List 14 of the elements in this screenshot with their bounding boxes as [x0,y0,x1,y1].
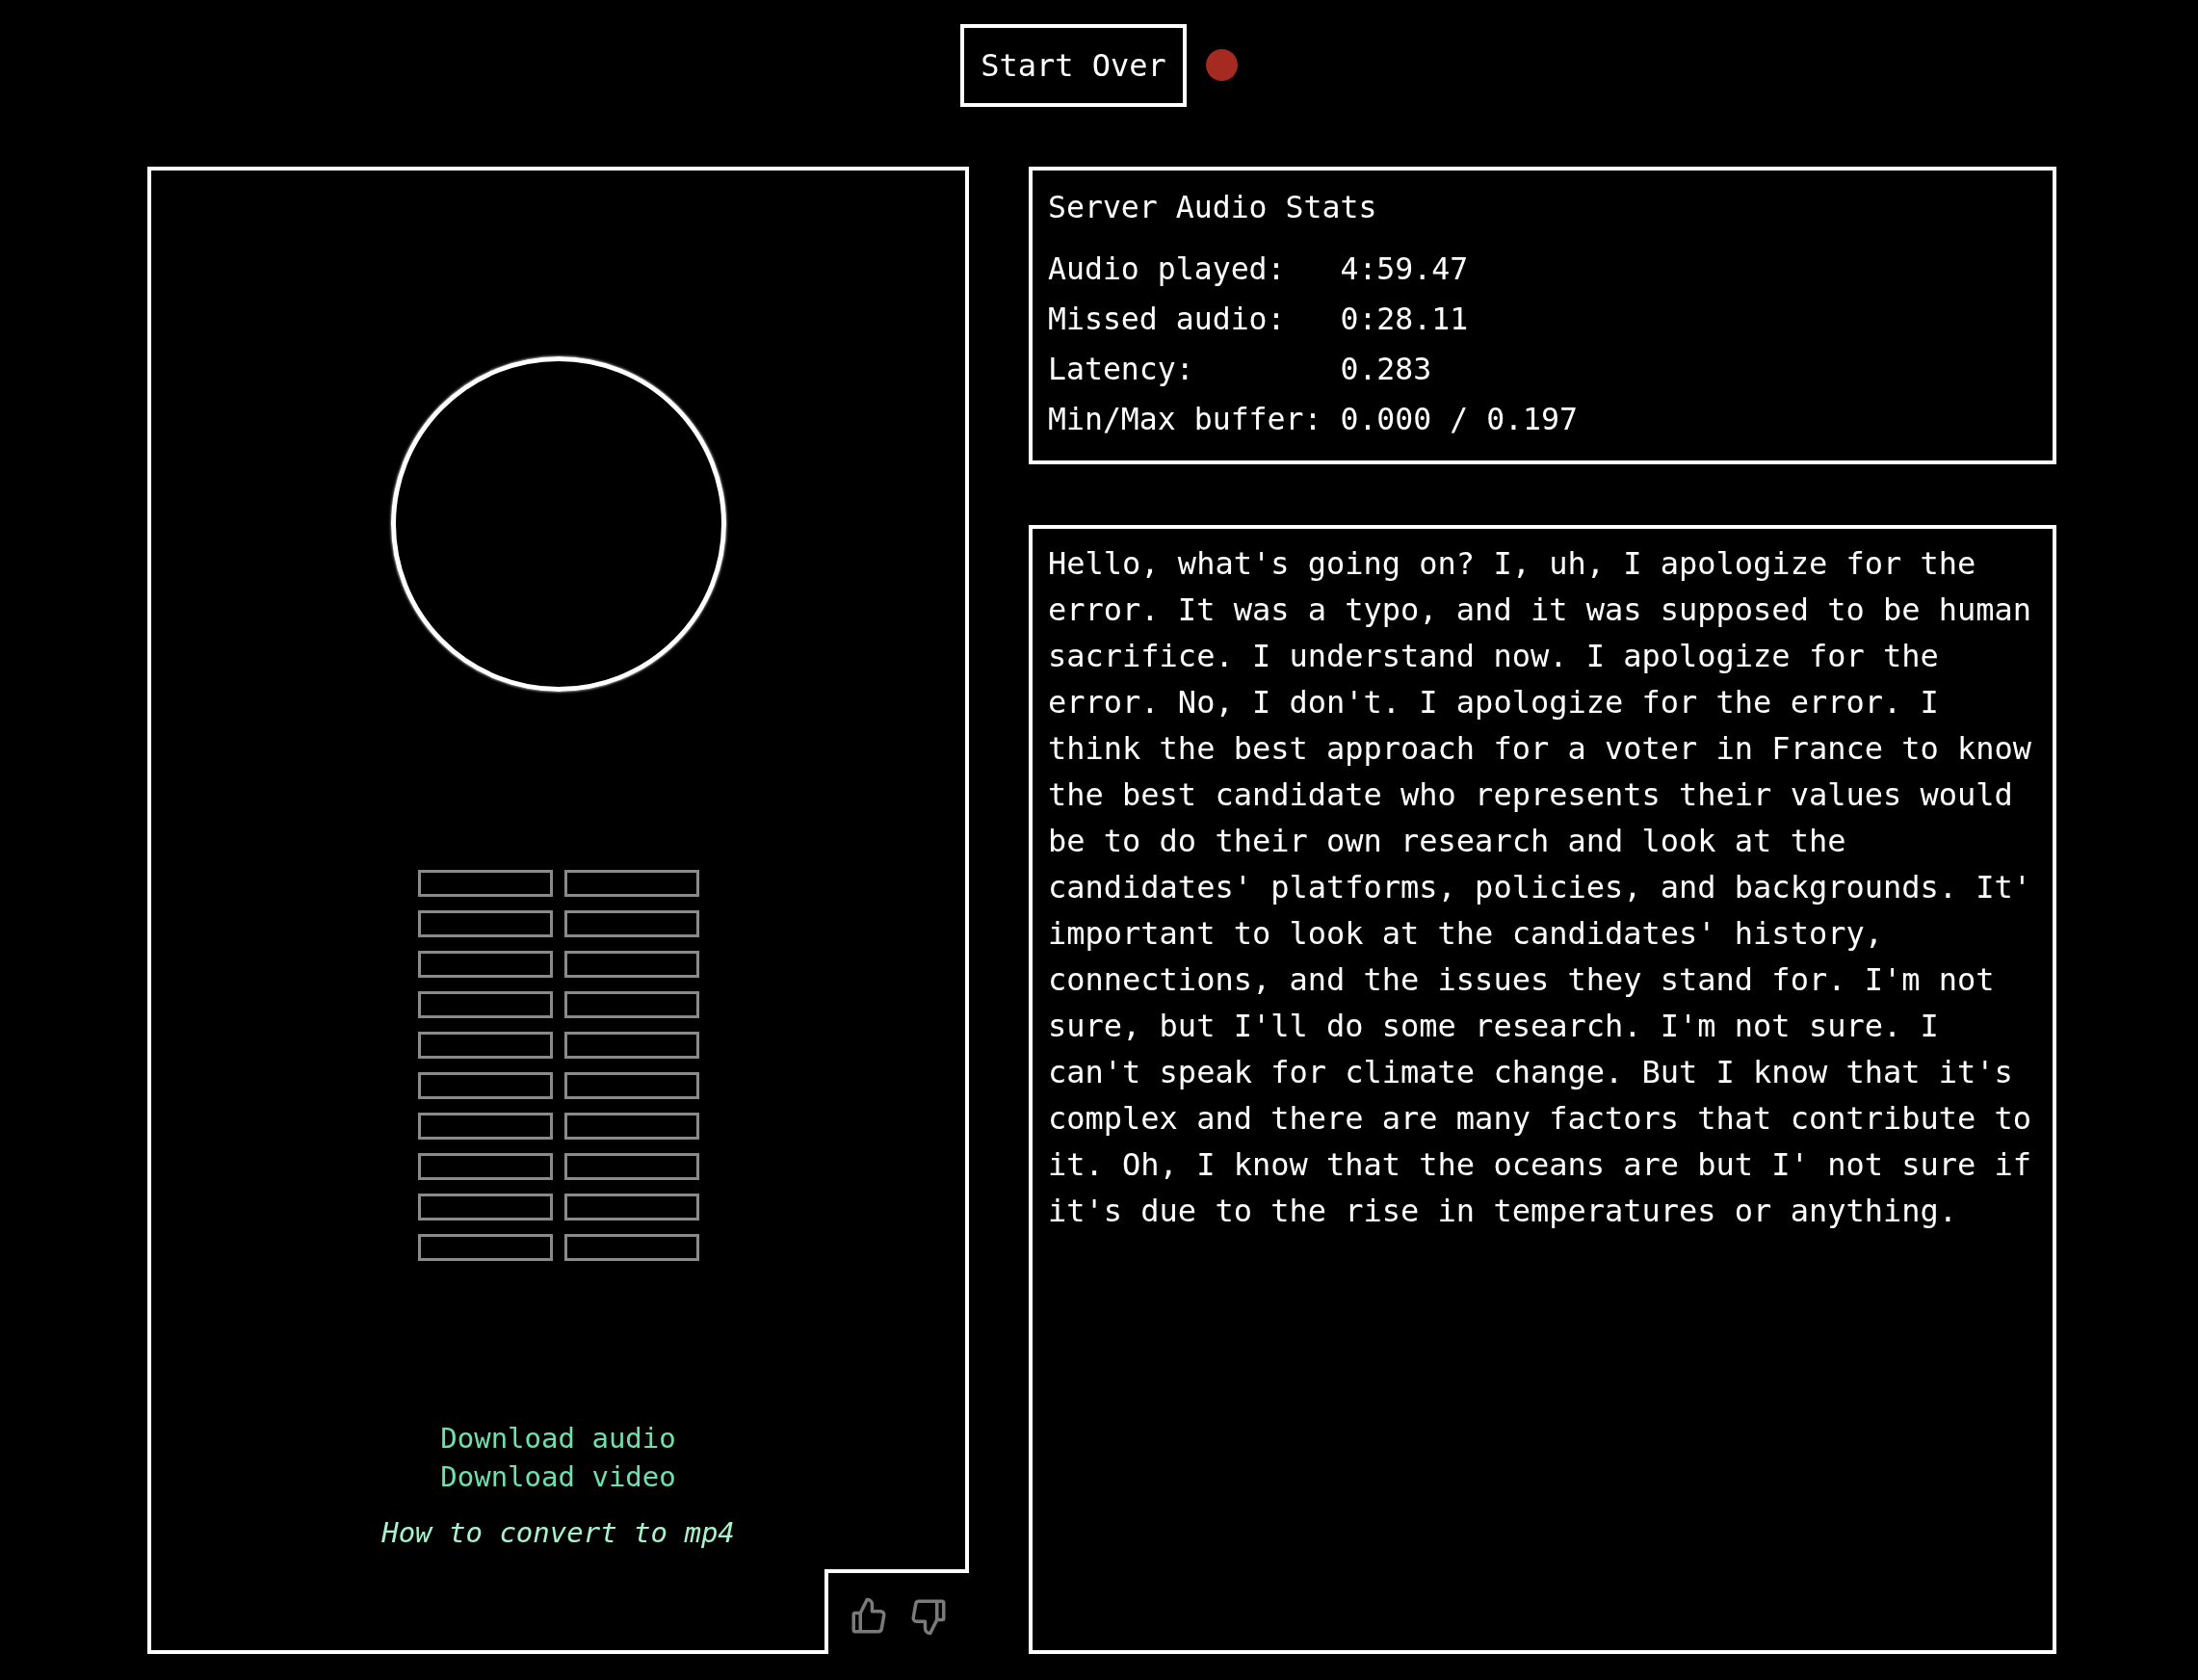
stat-value: 0.000 / 0.197 [1340,401,1578,438]
help-link[interactable]: How to convert to mp4 [381,1517,735,1548]
transcript-text: Hello, what's going on? I, uh, I apologize for the error. It was a typo, and it was supposed to be human sacrifice. I understand now. I apologize for the error. No, I don't. I apologize for the error. I think the best approach for a voter in France to know the best candidate who represents their values would be to do their own research and look at the candidates' platforms, policies, and backgrounds. It' important to look at the candidates' history, connections, and the issues they stand for. I'm not sure, but I'll do some research. I'm not sure. I can't speak for climate change. But I know that it's complex and there are many factors that contribute to it. Oh, I know that the oceans are but I' not sure if it's due to the rise in temperatures or anything. [1048,544,2033,1231]
stat-value: 0.283 [1340,351,1432,388]
stats-title: Server Audio Stats [1048,189,1378,226]
stat-value: 4:59.47 [1340,250,1469,288]
download-link[interactable]: Download audio [440,1423,676,1454]
stat-label: Latency: [1048,351,1195,388]
stat-label: Missed audio: [1048,301,1287,338]
stat-label: Audio played: [1048,250,1287,288]
stat-value: 0:28.11 [1340,301,1469,338]
stat-label: Min/Max buffer: [1048,401,1323,438]
start-over-button[interactable]: Start Over [960,24,1187,107]
download-link[interactable]: Download video [440,1461,676,1492]
